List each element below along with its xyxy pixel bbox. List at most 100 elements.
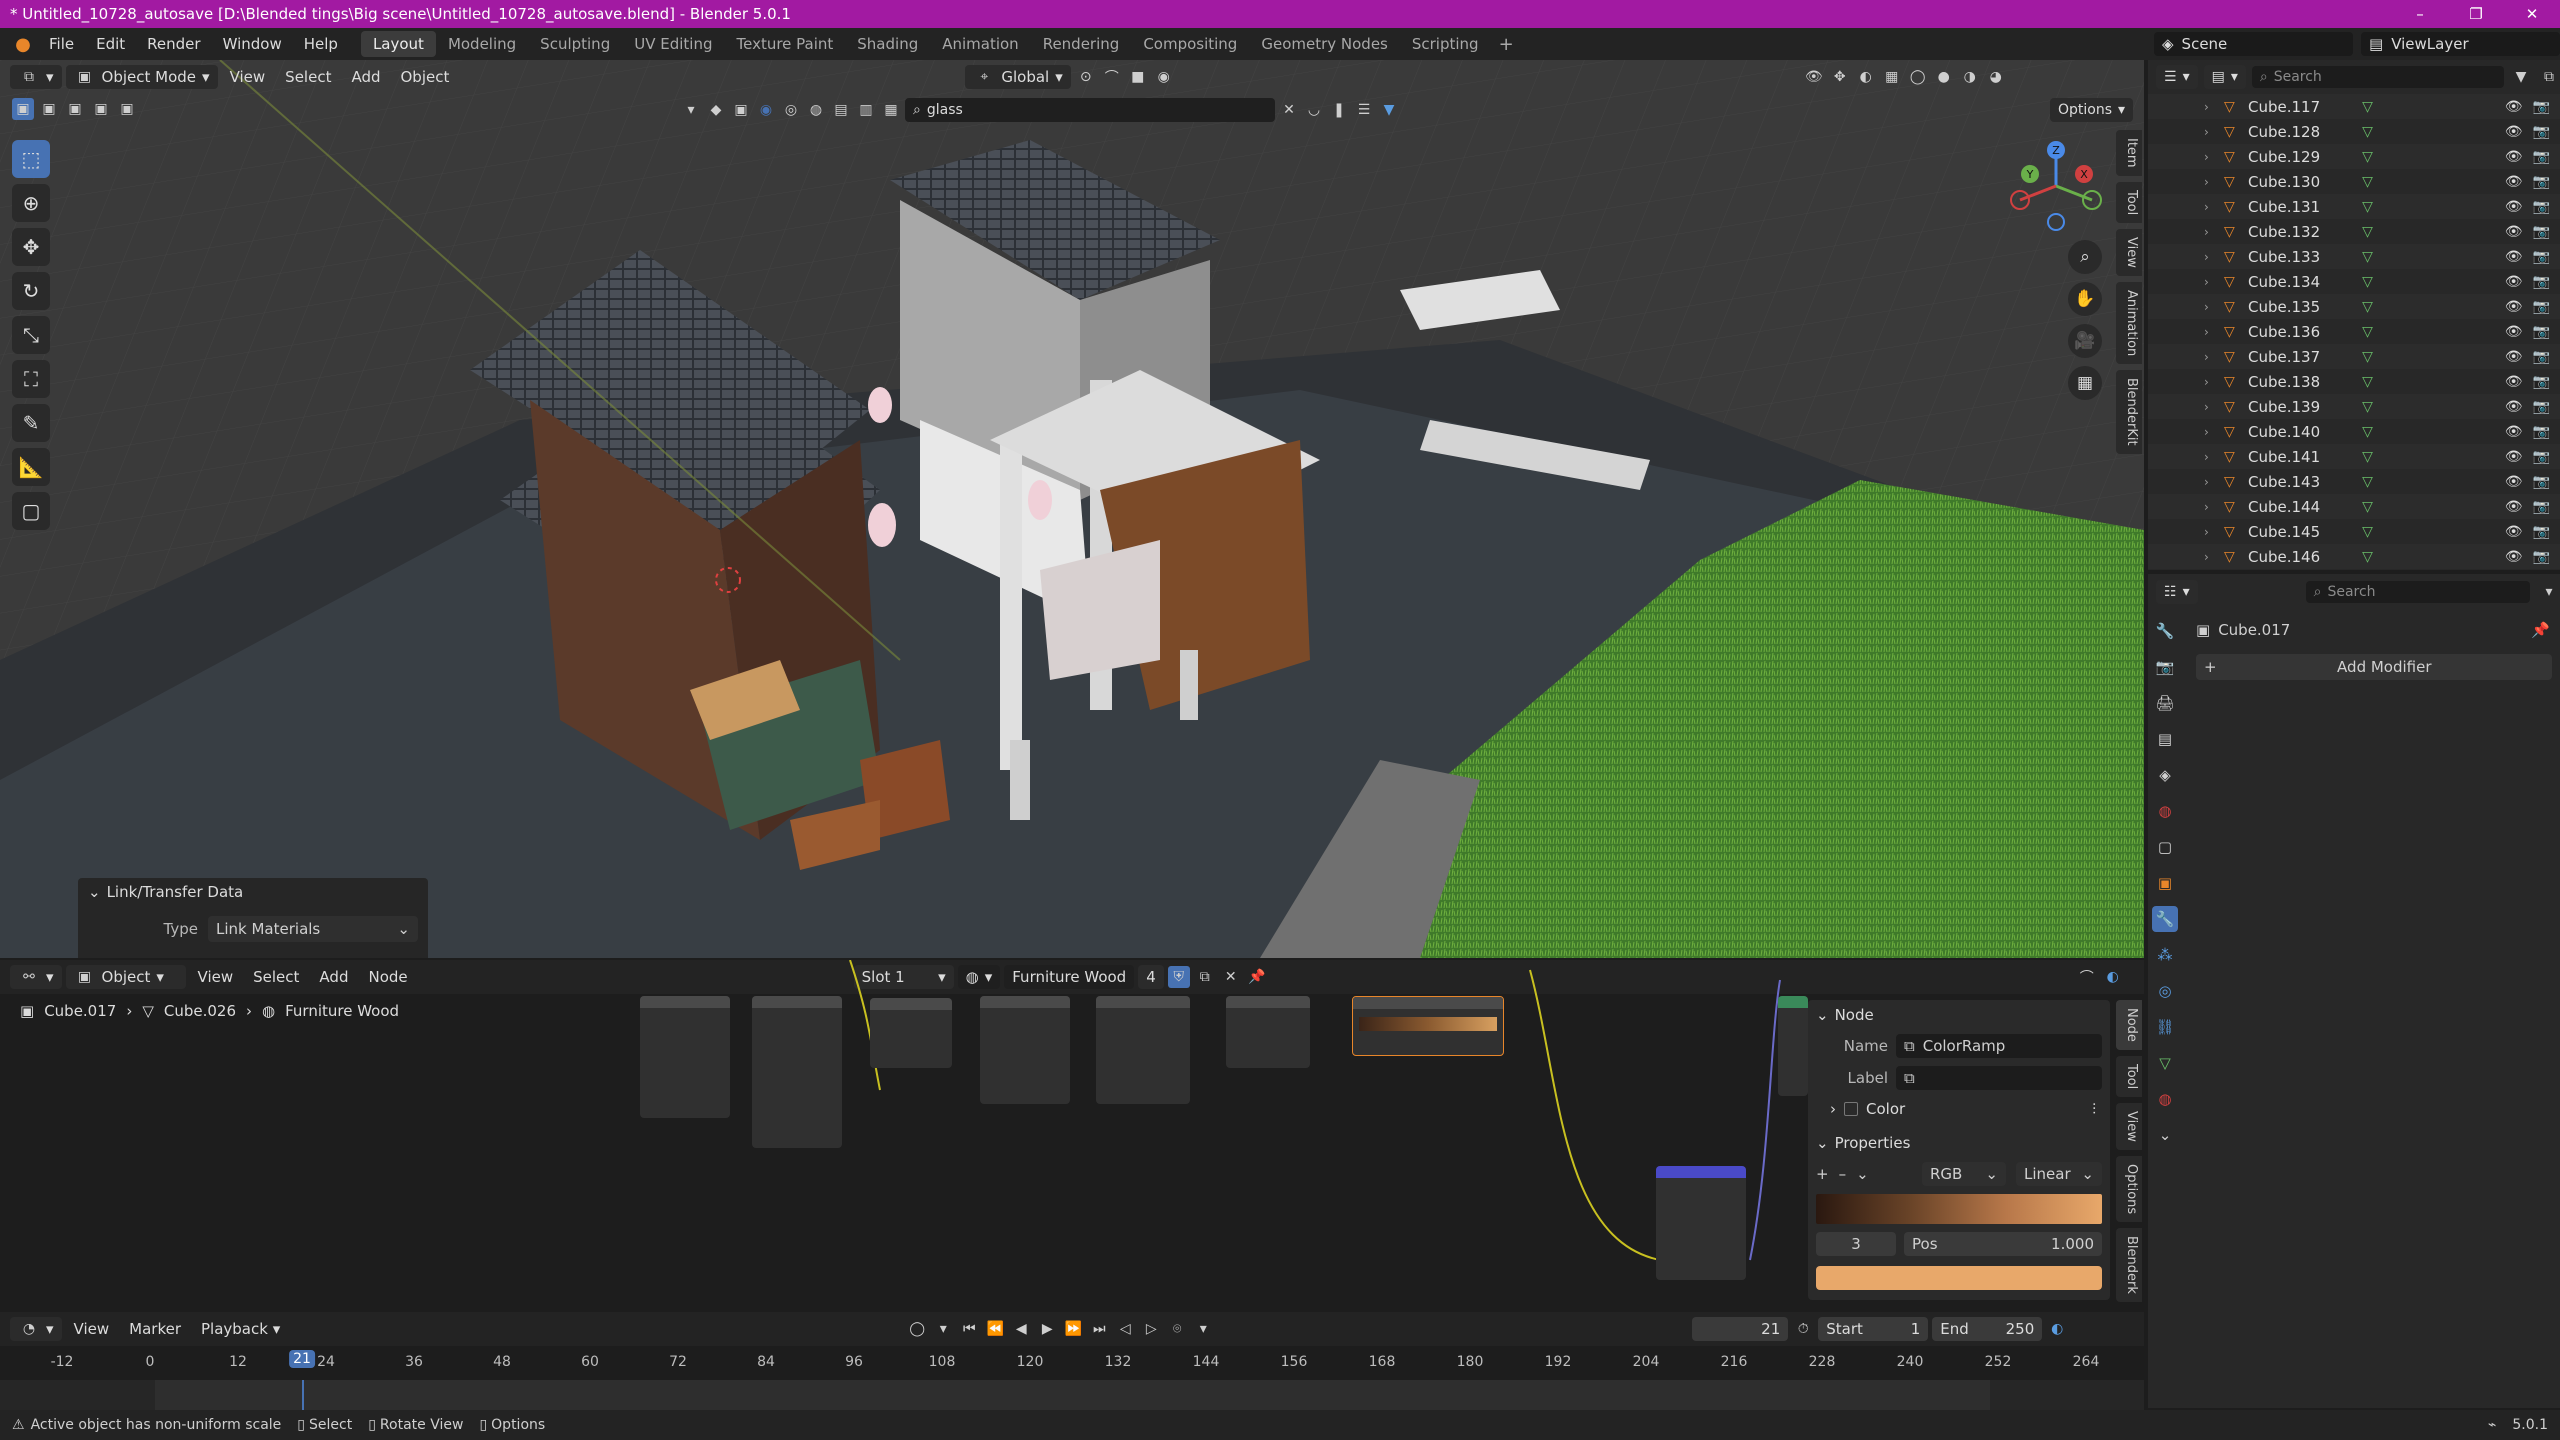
filter-icon[interactable]: ▼ — [2510, 66, 2532, 88]
outliner-row[interactable]: › ▽ Cube.136 ▽ 👁 📷 — [2148, 319, 2560, 344]
expand-arrow-icon[interactable]: › — [2204, 500, 2216, 514]
tab-layout[interactable]: Layout — [360, 31, 436, 57]
tab-uv-editing[interactable]: UV Editing — [622, 31, 724, 57]
tab-sculpting[interactable]: Sculpting — [528, 31, 622, 57]
select-mode-new-icon[interactable]: ▣ — [12, 98, 34, 120]
menu-file[interactable]: File — [38, 35, 85, 53]
view-layer-selector[interactable]: ▤ ViewLayer — [2361, 32, 2560, 56]
principled-bsdf-node[interactable] — [1778, 996, 1808, 1096]
sidetab-item[interactable]: Item — [2116, 130, 2142, 176]
mesh-data-icon[interactable]: ▽ — [2362, 349, 2373, 365]
eye-icon[interactable]: 👁 — [2505, 149, 2523, 165]
sidetab-animation[interactable]: Animation — [2116, 281, 2142, 364]
eye-icon[interactable]: 👁 — [2505, 499, 2523, 515]
pin-icon[interactable]: 📌 — [1246, 966, 1268, 988]
select-mode-extend-icon[interactable]: ▣ — [38, 98, 60, 120]
stop-index-field[interactable]: 3 — [1816, 1232, 1896, 1256]
overlay-toggle-icon[interactable]: ◐ — [2046, 1318, 2068, 1340]
world-tab-icon[interactable]: ◍ — [2152, 798, 2178, 824]
output-tab-icon[interactable]: 🖨 — [2152, 690, 2178, 716]
pin-icon[interactable]: 📌 — [2531, 621, 2560, 639]
eye-icon[interactable]: 👁 — [2505, 399, 2523, 415]
filter-texture-icon[interactable]: ▤ — [830, 99, 852, 121]
eye-icon[interactable]: 👁 — [2505, 374, 2523, 390]
mesh-data-icon[interactable]: ▽ — [2362, 299, 2373, 315]
mesh-data-icon[interactable]: ▽ — [2362, 199, 2373, 215]
mesh-data-icon[interactable]: ▽ — [2362, 449, 2373, 465]
eye-icon[interactable]: 👁 — [2505, 99, 2523, 115]
sidetab-tool[interactable]: Tool — [2116, 1055, 2142, 1098]
mix-color-node-1[interactable] — [870, 998, 952, 1068]
visibility-icon[interactable]: 👁 — [1803, 66, 1825, 88]
eye-icon[interactable]: 👁 — [2505, 549, 2523, 565]
viewport-options-button[interactable]: Options ▾ — [2050, 98, 2134, 122]
expand-arrow-icon[interactable]: › — [2204, 525, 2216, 539]
end-frame-field[interactable]: End 250 — [1932, 1317, 2043, 1341]
node-label-field[interactable]: ⧉ — [1896, 1066, 2102, 1090]
particles-tab-icon[interactable]: ⁂ — [2152, 942, 2178, 968]
mesh-data-icon[interactable]: ▽ — [2362, 549, 2373, 565]
shading-rendered-icon[interactable]: ◕ — [1985, 66, 2007, 88]
properties-editor[interactable]: ☷ ▾ ⌕ Search ▾ 🔧 📷 🖨 ▤ ◈ ◍ ▢ ▣ 🔧 ⁂ ◎ ⛓ ▽ ◍… — [2148, 574, 2560, 1408]
camera-icon[interactable]: 📷 — [2533, 124, 2550, 140]
expand-arrow-icon[interactable]: › — [2204, 250, 2216, 264]
mesh-data-icon[interactable]: ▽ — [2362, 274, 2373, 290]
eye-icon[interactable]: 👁 — [2505, 449, 2523, 465]
node-name-field[interactable]: ⧉ ColorRamp — [1896, 1034, 2102, 1058]
eye-icon[interactable]: 👁 — [2505, 174, 2523, 190]
jump-start-icon[interactable]: ⏮ — [958, 1318, 980, 1340]
stop-color-swatch[interactable] — [1816, 1266, 2102, 1290]
shader-type-selector[interactable]: ▣ Object ▾ — [65, 965, 186, 989]
asset-search-input[interactable]: ⌕ glass — [905, 98, 1275, 122]
filter-material-icon[interactable]: ◉ — [755, 99, 777, 121]
expand-arrow-icon[interactable]: › — [2204, 400, 2216, 414]
add-workspace-button[interactable]: + — [1491, 34, 1522, 55]
next-marker-icon[interactable]: ▷ — [1140, 1318, 1162, 1340]
timeline-menu-playback[interactable]: Playback ▾ — [193, 1320, 288, 1338]
display-mode-button[interactable]: ▤ ▾ — [2203, 65, 2246, 89]
properties-section-header[interactable]: ⌄ Properties — [1808, 1128, 2110, 1158]
add-modifier-button[interactable]: + Add Modifier — [2196, 654, 2552, 680]
noise-texture-node-1[interactable] — [980, 996, 1070, 1104]
pivot-icon[interactable]: ⊙ — [1075, 66, 1097, 88]
expand-arrow-icon[interactable]: › — [2204, 550, 2216, 564]
expand-arrow-icon[interactable]: › — [2204, 350, 2216, 364]
bump-node[interactable] — [1656, 1166, 1746, 1280]
filter-scene-icon[interactable]: ▥ — [855, 99, 877, 121]
transform-tool[interactable]: ⛶ — [12, 360, 50, 398]
filter-icon[interactable]: ▼ — [1378, 99, 1400, 121]
color-mode-dropdown[interactable]: RGB ⌄ — [1922, 1162, 2006, 1186]
timeline[interactable]: ◔ ▾ View Marker Playback ▾ ◯ ▾ ⏮ ⏪ ◀ ▶ ⏩ … — [0, 1312, 2144, 1420]
mode-selector[interactable]: ▣ Object Mode ▾ — [65, 65, 218, 89]
perspective-grid-icon[interactable]: ▦ — [2068, 366, 2102, 400]
xray-icon[interactable]: ▦ — [1881, 66, 1903, 88]
outliner-row[interactable]: › ▽ Cube.128 ▽ 👁 📷 — [2148, 119, 2560, 144]
expand-arrow-icon[interactable]: › — [2204, 200, 2216, 214]
camera-icon[interactable]: 📷 — [2533, 524, 2550, 540]
snap-target-icon[interactable]: ■ — [1127, 66, 1149, 88]
new-collection-icon[interactable]: ⧉ — [2538, 66, 2560, 88]
mesh-data-icon[interactable]: ▽ — [2362, 474, 2373, 490]
camera-icon[interactable]: 📷 — [2533, 499, 2550, 515]
filter-light-icon[interactable]: ◎ — [780, 99, 802, 121]
expand-arrow-icon[interactable]: › — [2204, 300, 2216, 314]
properties-search-input[interactable]: ⌕ Search — [2305, 581, 2530, 603]
3d-viewport[interactable]: ⧉ ▾ ▣ Object Mode ▾ View Select Add Object … — [0, 60, 2144, 958]
outliner-row[interactable]: › ▽ Cube.140 ▽ 👁 📷 — [2148, 419, 2560, 444]
mesh-data-icon[interactable]: ▽ — [2362, 399, 2373, 415]
filter-object-icon[interactable]: ▣ — [730, 99, 752, 121]
eye-icon[interactable]: 👁 — [2505, 224, 2523, 240]
tab-modeling[interactable]: Modeling — [436, 31, 528, 57]
outliner-row[interactable]: › ▽ Cube.141 ▽ 👁 📷 — [2148, 444, 2560, 469]
material-users-count[interactable]: 4 — [1138, 965, 1164, 989]
transform-orientation[interactable]: ⌖ Global ▾ — [965, 65, 1071, 89]
chevron-down-icon[interactable]: ▾ — [680, 99, 702, 121]
shading-solid-icon[interactable]: ● — [1933, 66, 1955, 88]
menu-render[interactable]: Render — [136, 35, 211, 53]
shading-material-icon[interactable]: ◑ — [1959, 66, 1981, 88]
camera-view-icon[interactable]: 🎥 — [2068, 324, 2102, 358]
shading-wireframe-icon[interactable]: ◯ — [1907, 66, 1929, 88]
menu-help[interactable]: Help — [293, 35, 349, 53]
sidetab-blenderkit[interactable]: BlenderKit — [2116, 370, 2142, 454]
camera-icon[interactable]: 📷 — [2533, 224, 2550, 240]
